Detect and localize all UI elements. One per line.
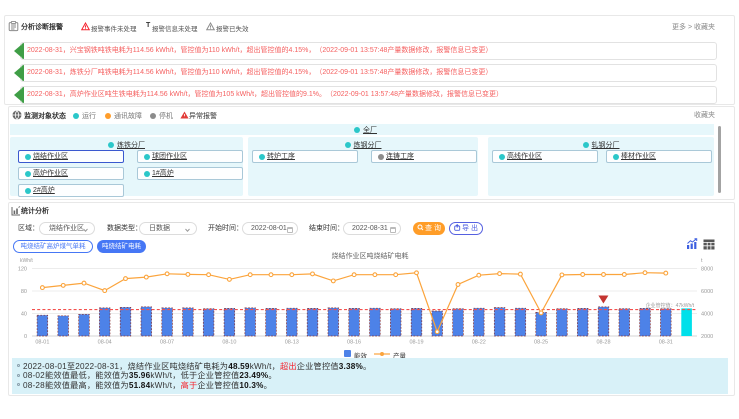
svg-text:08-10: 08-10 — [222, 340, 236, 346]
svg-text:kWh/t: kWh/t — [20, 258, 33, 264]
svg-text:08-13: 08-13 — [285, 340, 299, 346]
svg-text:t: t — [701, 258, 703, 264]
svg-text:6000: 6000 — [701, 289, 713, 295]
svg-text:08-25: 08-25 — [534, 340, 548, 346]
svg-text:企业管控值：47kWh/t: 企业管控值：47kWh/t — [646, 302, 695, 309]
svg-text:40: 40 — [21, 312, 27, 318]
svg-text:08-28: 08-28 — [596, 340, 610, 346]
svg-text:08-16: 08-16 — [347, 340, 361, 346]
svg-text:80: 80 — [21, 289, 27, 295]
svg-text:4000: 4000 — [701, 312, 713, 318]
svg-text:08-04: 08-04 — [98, 340, 112, 346]
svg-text:0: 0 — [24, 334, 27, 340]
svg-text:08-19: 08-19 — [409, 340, 423, 346]
svg-text:08-07: 08-07 — [160, 340, 174, 346]
svg-text:8000: 8000 — [701, 267, 713, 273]
svg-text:烧结作业区吨烧结矿电耗: 烧结作业区吨烧结矿电耗 — [332, 251, 409, 260]
svg-text:08-22: 08-22 — [472, 340, 486, 346]
svg-text:2000: 2000 — [701, 334, 713, 340]
svg-text:08-31: 08-31 — [659, 340, 673, 346]
svg-text:120: 120 — [18, 267, 27, 273]
svg-text:08-01: 08-01 — [35, 340, 49, 346]
